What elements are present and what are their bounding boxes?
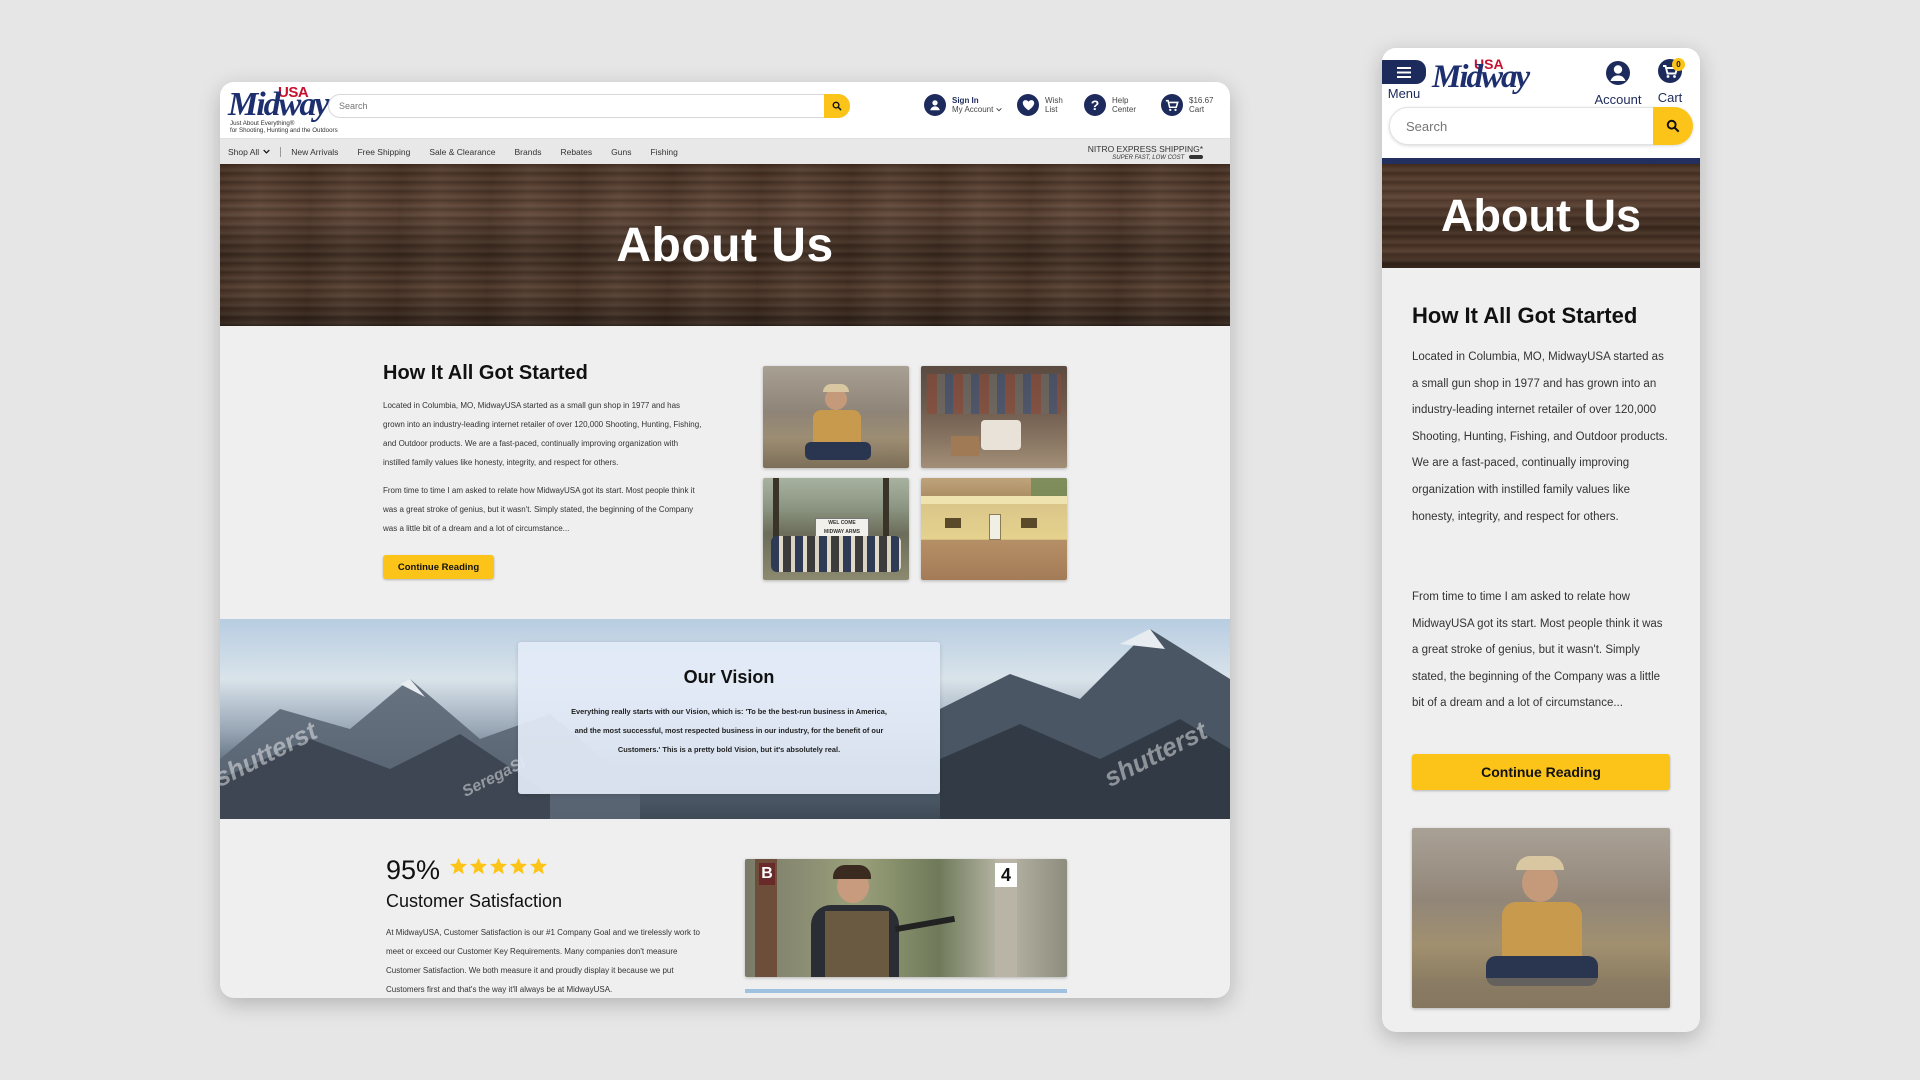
account-label: Account (1594, 92, 1642, 107)
star-icon (469, 857, 488, 875)
founder-field-photo (763, 366, 909, 468)
store-building-photo (921, 478, 1067, 580)
chevron-down-icon (263, 149, 270, 154)
cart-total: $16.67 (1189, 96, 1214, 105)
hero-title: About Us (616, 218, 834, 272)
search-button[interactable] (824, 94, 850, 118)
mobile-account-button[interactable]: Account (1590, 60, 1646, 107)
mobile-story-section: How It All Got Started Located in Columb… (1382, 268, 1700, 1028)
vision-text: Everything really starts with our Vision… (571, 707, 887, 754)
nitro-shipping-promo[interactable]: NITRO EXPRESS SHIPPING* SUPER FAST, LOW … (1088, 144, 1222, 161)
logo-brand: Midway (228, 86, 329, 123)
shooter-photo: B 4 (745, 859, 1067, 977)
desktop-frame: USA Midway Just About Everything® for Sh… (220, 82, 1230, 998)
satisfaction-percent: 95% (386, 855, 441, 885)
menu-label: Menu (1387, 86, 1421, 101)
nav-new-arrivals[interactable]: New Arrivals (291, 147, 338, 157)
post-label-4: 4 (995, 863, 1017, 887)
mobile-hero-title: About Us (1441, 190, 1641, 241)
satisfaction-section: 95% Customer Satisfaction At MidwayUSA, … (220, 819, 1230, 998)
search-icon (832, 101, 842, 111)
star-icon (509, 857, 528, 875)
account-line2: My Account (952, 105, 994, 114)
mobile-frame: Menu USA Midway Account 0 Cart About Us … (1382, 48, 1700, 1032)
post-label-b: B (759, 863, 775, 885)
star-icon (449, 857, 468, 875)
mobile-cart-button[interactable]: 0 Cart (1648, 58, 1692, 105)
nav-free-shipping[interactable]: Free Shipping (357, 147, 410, 157)
vision-card: Our Vision Everything really starts with… (518, 642, 940, 794)
wishlist-link[interactable]: Wish List (1017, 94, 1063, 116)
satisfaction-text: At MidwayUSA, Customer Satisfaction is o… (386, 928, 700, 994)
story-title: How It All Got Started (383, 362, 588, 384)
welcome-sign-line1: WEL COME (828, 520, 856, 526)
story-paragraph-2: From time to time I am asked to relate h… (383, 486, 695, 533)
mobile-founder-photo (1412, 828, 1670, 1008)
help-center-link[interactable]: ? Help Center (1084, 94, 1136, 116)
search-input[interactable] (329, 95, 809, 117)
mobile-hero-banner: About Us (1382, 158, 1700, 268)
menu-icon (1382, 60, 1426, 84)
star-rating (449, 857, 548, 876)
story-paragraph-1: Located in Columbia, MO, MidwayUSA start… (383, 401, 702, 467)
mobile-search-button[interactable] (1653, 107, 1693, 145)
logo-tagline-2: for Shooting, Hunting and the Outdoors (230, 127, 338, 134)
nitro-line2: SUPER FAST, LOW COST (1112, 155, 1185, 161)
nav-guns[interactable]: Guns (611, 147, 631, 157)
mobile-story-paragraph-1: Located in Columbia, MO, MidwayUSA start… (1412, 351, 1668, 523)
logo-tagline-1: Just About Everything® (230, 120, 295, 127)
cart-link[interactable]: $16.67 Cart (1161, 94, 1213, 116)
mobile-logo[interactable]: USA Midway (1432, 56, 1530, 96)
nav-brands[interactable]: Brands (515, 147, 542, 157)
continue-reading-button[interactable]: Continue Reading (383, 555, 494, 579)
next-image-edge (745, 989, 1067, 993)
nav-rebates[interactable]: Rebates (560, 147, 592, 157)
early-warehouse-photo (921, 366, 1067, 468)
heart-icon (1017, 94, 1039, 116)
user-icon (924, 94, 946, 116)
cart-icon (1161, 94, 1183, 116)
account-link[interactable]: Sign In My Account (924, 94, 1002, 116)
menu-button[interactable]: Menu (1382, 60, 1426, 101)
mobile-logo-brand: Midway (1432, 59, 1530, 95)
search-icon (1666, 119, 1680, 133)
nitro-line1: NITRO EXPRESS SHIPPING* (1087, 144, 1203, 154)
help-icon: ? (1084, 94, 1106, 116)
hero-banner: About Us (220, 164, 1230, 326)
story-section: How It All Got Started Located in Columb… (220, 326, 1230, 619)
chevron-down-icon (995, 107, 1002, 112)
mobile-continue-reading-button[interactable]: Continue Reading (1412, 754, 1670, 790)
welcome-sign-line2: MIDWAY ARMS (824, 529, 860, 535)
help-line1: Help (1112, 96, 1129, 105)
search-bar (328, 94, 850, 118)
star-icon (489, 857, 508, 875)
cart-line2: Cart (1189, 105, 1205, 114)
group-photo: WEL COME MIDWAY ARMS (763, 478, 909, 580)
midway-logo[interactable]: USA Midway Just About Everything® for Sh… (228, 84, 338, 136)
account-line1: Sign In (952, 96, 979, 105)
satisfaction-title: Customer Satisfaction (386, 891, 563, 911)
mobile-header: Menu USA Midway Account 0 Cart (1382, 48, 1700, 158)
user-icon (1606, 61, 1630, 85)
cart-label: Cart (1657, 90, 1683, 105)
shop-all-label: Shop All (228, 146, 260, 157)
mobile-story-title: How It All Got Started (1412, 303, 1638, 328)
mobile-search-input[interactable] (1390, 108, 1640, 144)
site-header: USA Midway Just About Everything® for Sh… (220, 82, 1230, 138)
main-nav: Shop All New Arrivals Free Shipping Sale… (220, 138, 1230, 164)
mobile-search-bar (1389, 107, 1693, 145)
wishlist-line1: Wish (1045, 96, 1063, 105)
cart-count-badge: 0 (1672, 58, 1685, 71)
logo-tagline: Just About Everything® for Shooting, Hun… (230, 120, 338, 134)
mobile-story-paragraph-2: From time to time I am asked to relate h… (1412, 591, 1663, 710)
nav-sale-clearance[interactable]: Sale & Clearance (429, 147, 495, 157)
nav-fishing[interactable]: Fishing (650, 147, 677, 157)
wishlist-line2: List (1045, 105, 1058, 114)
vision-section: shutterst SeregaSi shutterst Our Vision … (220, 619, 1230, 819)
vision-title: Our Vision (683, 667, 775, 687)
nav-shop-all[interactable]: Shop All (228, 146, 282, 157)
star-icon (529, 857, 548, 875)
help-line2: Center (1112, 105, 1137, 114)
